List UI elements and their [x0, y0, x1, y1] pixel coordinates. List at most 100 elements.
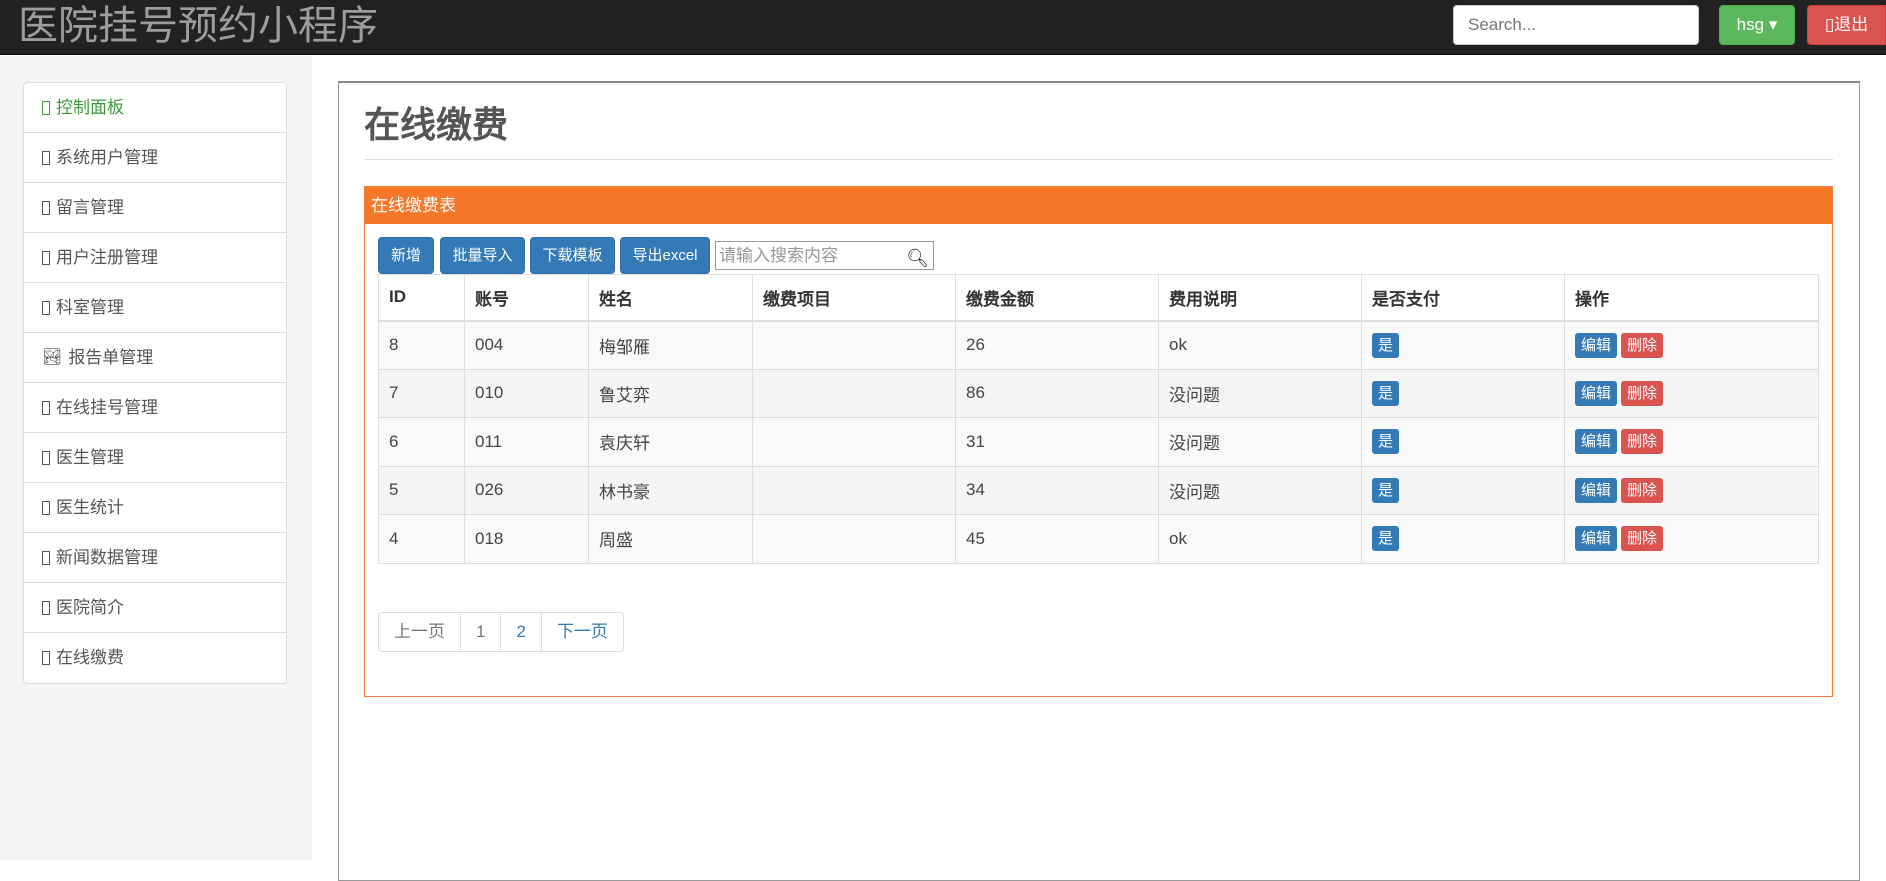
paid-badge[interactable]: 是 — [1372, 477, 1400, 503]
search-icon[interactable]: 🔍︎ — [906, 245, 929, 272]
column-header: 缴费金额 — [955, 274, 1159, 322]
prev-page-button[interactable]: 上一页 — [379, 613, 461, 651]
delete-button[interactable]: 删除 — [1621, 332, 1664, 358]
sidebar-item[interactable]: 科室管理 — [24, 283, 286, 333]
table-row: 4 018 周盛 45 ok 是 编辑 删除 — [378, 514, 1819, 564]
sidebar-item-label: 留言管理 — [56, 197, 124, 217]
export-excel-button[interactable]: 导出excel — [620, 237, 710, 274]
edit-button[interactable]: 编辑 — [1575, 526, 1618, 552]
table-search-input[interactable]: 请输入搜索内容 🔍︎ — [715, 241, 934, 270]
cell-account: 011 — [464, 417, 589, 467]
sidebar-menu: 控制面板系统用户管理 留言管理用户注册管理科室管理 🏞 报告单管理在线挂号管理 医生管理… — [23, 82, 287, 684]
app-title: 医院挂号预约小程序 — [18, 4, 378, 48]
sidebar-item[interactable]: 控制面板 — [24, 83, 286, 133]
sidebar-item[interactable]: 医院简介 — [24, 583, 286, 633]
column-header: 是否支付 — [1361, 274, 1565, 322]
add-button[interactable]: 新增 — [378, 237, 434, 274]
sidebar-item-label: 报告单管理 — [68, 347, 154, 367]
sidebar-item[interactable]: 医生管理 — [24, 433, 286, 483]
table-row: 8 004 梅邹雁 26 ok 是 编辑 删除 — [378, 320, 1819, 370]
edit-button[interactable]: 编辑 — [1575, 380, 1618, 406]
sidebar-item-label: 医院简介 — [56, 597, 124, 617]
cell-amount: 86 — [955, 368, 1159, 418]
cell-item — [752, 368, 956, 418]
paid-badge[interactable]: 是 — [1372, 526, 1400, 552]
sidebar-item[interactable]: 医生统计 — [24, 483, 286, 533]
cell-account: 004 — [464, 320, 589, 370]
cell-paid: 是 — [1361, 417, 1565, 467]
next-page-button[interactable]: 下一页 — [542, 613, 623, 651]
delete-button[interactable]: 删除 — [1621, 380, 1664, 406]
cell-account: 026 — [464, 465, 589, 515]
logout-button[interactable]: ▯退出 — [1807, 5, 1886, 45]
cell-note: 没问题 — [1158, 465, 1362, 515]
sidebar-item-label: 在线挂号管理 — [56, 397, 158, 417]
square-icon — [42, 400, 50, 415]
cell-item — [752, 320, 956, 370]
square-icon — [42, 150, 50, 165]
delete-button[interactable]: 删除 — [1621, 526, 1664, 552]
navbar: 医院挂号预约小程序 hsg ▾ ▯退出 — [0, 0, 1886, 55]
page-title: 在线缴费 — [364, 104, 509, 145]
table-row: 6 011 袁庆轩 31 没问题是 编辑 删除 — [378, 417, 1819, 467]
table-row: 7 010 鲁艾弈 86 没问题是 编辑 删除 — [378, 368, 1819, 418]
sidebar-item[interactable]: 在线挂号管理 — [24, 383, 286, 433]
cell-note: 没问题 — [1158, 368, 1362, 418]
sidebar-item[interactable]: 用户注册管理 — [24, 233, 286, 283]
cell-paid: 是 — [1361, 514, 1565, 564]
cell-name: 周盛 — [588, 514, 753, 564]
column-header: 操作 — [1564, 274, 1819, 322]
cell-amount: 31 — [955, 417, 1159, 467]
cell-item — [752, 417, 956, 467]
pagination: 上一页 1 2 下一页 — [378, 612, 624, 652]
sidebar-item-label: 科室管理 — [56, 297, 124, 317]
cell-amount: 45 — [955, 514, 1159, 564]
sidebar-item-label: 医生统计 — [56, 497, 124, 517]
column-header: 姓名 — [588, 274, 753, 322]
cell-account: 018 — [464, 514, 589, 564]
sidebar-item-label: 系统用户管理 — [56, 147, 158, 167]
edit-button[interactable]: 编辑 — [1575, 332, 1618, 358]
edit-button[interactable]: 编辑 — [1575, 477, 1618, 503]
sidebar-item-label: 医生管理 — [56, 447, 124, 467]
cell-note: ok — [1158, 514, 1362, 564]
sidebar-item[interactable]: 在线缴费 — [24, 633, 286, 683]
sidebar-item-label: 在线缴费 — [56, 648, 124, 667]
search-placeholder: 请输入搜索内容 — [719, 246, 838, 265]
search-input[interactable] — [1453, 5, 1699, 45]
page-2-button[interactable]: 2 — [501, 613, 542, 651]
square-icon — [42, 100, 50, 115]
square-icon — [42, 651, 50, 665]
edit-button[interactable]: 编辑 — [1575, 429, 1618, 455]
cell-paid: 是 — [1361, 465, 1565, 515]
paid-badge[interactable]: 是 — [1372, 380, 1400, 406]
cell-amount: 26 — [955, 320, 1159, 370]
divider — [364, 159, 1833, 160]
table-row: 5 026 林书豪 34 没问题是 编辑 删除 — [378, 465, 1819, 515]
cell-name: 鲁艾弈 — [588, 368, 753, 418]
cell-id: 6 — [378, 417, 465, 467]
sidebar-item-label: 新闻数据管理 — [56, 547, 158, 567]
sidebar-item[interactable]: 系统用户管理 — [24, 133, 286, 183]
square-icon — [42, 600, 50, 615]
user-dropdown-button[interactable]: hsg ▾ — [1719, 5, 1795, 45]
square-icon — [42, 550, 50, 565]
download-template-button[interactable]: 下载模板 — [530, 237, 615, 274]
paid-badge[interactable]: 是 — [1372, 429, 1400, 455]
cell-id: 8 — [378, 320, 465, 370]
sidebar-item[interactable]: 🏞 报告单管理 — [24, 333, 286, 383]
batch-import-button[interactable]: 批量导入 — [440, 237, 525, 274]
cell-note: 没问题 — [1158, 417, 1362, 467]
sidebar-item[interactable]: 新闻数据管理 — [24, 533, 286, 583]
sidebar-item[interactable]: 留言管理 — [24, 183, 286, 233]
cell-actions: 编辑 删除 — [1564, 417, 1819, 467]
picture-icon: 🏞 — [42, 348, 63, 366]
delete-button[interactable]: 删除 — [1621, 477, 1664, 503]
square-icon — [42, 200, 50, 215]
cell-id: 4 — [378, 514, 465, 564]
delete-button[interactable]: 删除 — [1621, 429, 1664, 455]
column-header: 费用说明 — [1158, 274, 1362, 322]
column-header: ID — [378, 274, 465, 322]
page-1-button[interactable]: 1 — [461, 613, 502, 651]
paid-badge[interactable]: 是 — [1372, 332, 1400, 358]
